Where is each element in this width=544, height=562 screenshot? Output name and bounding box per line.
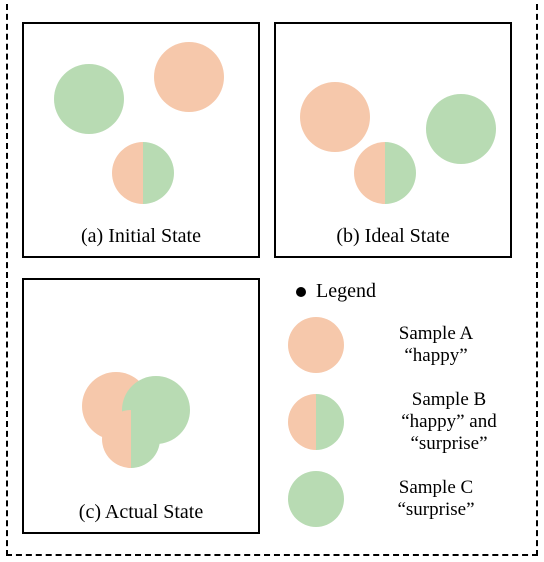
bullet-icon: [296, 287, 306, 297]
sample-a-icon: [300, 82, 370, 152]
legend-item-name: Sample B: [366, 389, 532, 411]
legend-heading: Legend: [296, 280, 532, 303]
sample-a-icon: [288, 317, 344, 373]
sample-a-icon: [154, 42, 224, 112]
legend-text: Sample B “happy” and “surprise”: [366, 389, 532, 455]
legend-item-label: “happy”: [366, 345, 506, 367]
legend-item-sample-b: Sample B “happy” and “surprise”: [288, 389, 532, 455]
legend-text: Sample C “surprise”: [366, 477, 506, 521]
legend-text: Sample A “happy”: [366, 323, 506, 367]
sample-b-icon: [288, 394, 344, 450]
panel-caption: (b) Ideal State: [276, 225, 510, 248]
legend-item-sample-a: Sample A “happy”: [288, 317, 532, 373]
legend-item-sample-c: Sample C “surprise”: [288, 471, 532, 527]
panel-ideal-state: (b) Ideal State: [274, 22, 512, 258]
sample-c-icon: [426, 94, 496, 164]
sample-b-icon: [102, 410, 160, 468]
panel-caption: (a) Initial State: [24, 225, 258, 248]
sample-b-icon: [112, 142, 174, 204]
legend-item-label: “happy” and “surprise”: [366, 411, 532, 455]
sample-c-icon: [54, 64, 124, 134]
legend-title: Legend: [316, 280, 376, 303]
panel-actual-state: (c) Actual State: [22, 278, 260, 534]
legend: Legend Sample A “happy” Sample B “happy”…: [288, 280, 532, 543]
sample-b-icon: [354, 142, 416, 204]
panel-initial-state: (a) Initial State: [22, 22, 260, 258]
legend-item-label: “surprise”: [366, 499, 506, 521]
legend-item-name: Sample A: [366, 323, 506, 345]
sample-c-icon: [288, 471, 344, 527]
legend-item-name: Sample C: [366, 477, 506, 499]
panel-caption: (c) Actual State: [24, 501, 258, 524]
